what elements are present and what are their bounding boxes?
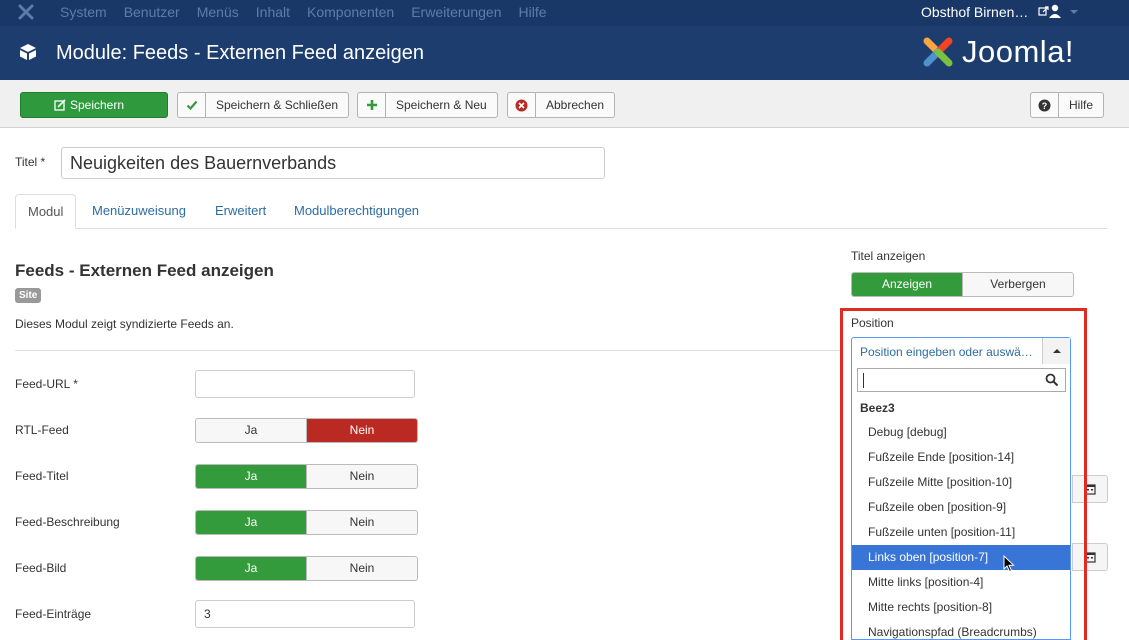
feed-image-yes-button[interactable]: Ja — [196, 557, 306, 580]
tab-module[interactable]: Modul — [15, 194, 77, 229]
menu-item-content[interactable]: Inhalt — [256, 0, 290, 26]
show-button[interactable]: Anzeigen — [852, 273, 962, 296]
help-label: Hilfe — [1069, 98, 1094, 112]
feed-title-label: Feed-Titel — [15, 469, 69, 483]
menu-item-help[interactable]: Hilfe — [518, 0, 546, 26]
feed-url-input[interactable] — [195, 370, 415, 398]
site-link[interactable]: Obsthof Birnen… — [921, 0, 1049, 24]
feed-url-label: Feed-URL * — [15, 377, 78, 391]
cancel-label: Abbrechen — [546, 98, 605, 112]
save-button[interactable]: Speichern — [20, 92, 168, 118]
hide-button[interactable]: Verbergen — [962, 273, 1073, 296]
top-nav: System Benutzer Menüs Inhalt Komponenten… — [0, 0, 1129, 26]
toolbar: Speichern Speichern & Schließen Speicher… — [0, 80, 1129, 128]
feed-image-label: Feed-Bild — [15, 561, 67, 575]
menu-item-extensions[interactable]: Erweiterungen — [411, 0, 501, 26]
joomla-brand: Joomla! — [962, 34, 1075, 69]
show-title-toggle: Anzeigen Verbergen — [851, 272, 1074, 297]
user-icon[interactable] — [1048, 3, 1062, 19]
save-new-button[interactable]: Speichern & Neu — [357, 92, 498, 118]
chevron-down-icon[interactable] — [1070, 10, 1078, 14]
mouse-cursor-icon — [1003, 555, 1015, 573]
plus-icon — [358, 93, 386, 117]
edit-icon — [54, 99, 66, 111]
rtl-feed-label: RTL-Feed — [15, 423, 69, 437]
highlight-annotation — [840, 308, 1087, 640]
cube-icon — [20, 44, 36, 60]
check-icon — [178, 93, 206, 117]
save-new-label: Speichern & Neu — [396, 98, 487, 112]
feed-description-toggle: Ja Nein — [195, 510, 418, 535]
feed-desc-yes-button[interactable]: Ja — [196, 511, 306, 534]
save-close-label: Speichern & Schließen — [216, 98, 339, 112]
feed-title-toggle: Ja Nein — [195, 464, 418, 489]
rtl-feed-toggle: Ja Nein — [195, 418, 418, 443]
menu-item-users[interactable]: Benutzer — [124, 0, 180, 26]
page-header: Module: Feeds - Externen Feed anzeigen J… — [0, 26, 1129, 80]
joomla-logo: Joomla! — [920, 34, 1074, 70]
main-menu: System Benutzer Menüs Inhalt Komponenten… — [60, 0, 564, 26]
divider — [15, 350, 840, 351]
site-name: Obsthof Birnen… — [921, 4, 1029, 20]
show-title-label: Titel anzeigen — [851, 249, 926, 263]
feed-items-input[interactable]: 3 — [195, 600, 415, 628]
title-label: Titel * — [15, 155, 46, 169]
feed-title-no-button[interactable]: Nein — [306, 465, 417, 488]
joomla-logo-icon — [923, 37, 953, 67]
feed-image-no-button[interactable]: Nein — [306, 557, 417, 580]
feed-image-toggle: Ja Nein — [195, 556, 418, 581]
feed-title-yes-button[interactable]: Ja — [196, 465, 306, 488]
question-icon: ? — [1031, 93, 1059, 117]
feed-items-label: Feed-Einträge — [15, 607, 92, 621]
module-heading: Feeds - Externen Feed anzeigen — [15, 261, 274, 280]
cancel-icon — [508, 93, 536, 117]
rtl-no-button[interactable]: Nein — [306, 419, 417, 442]
site-badge: Site — [15, 288, 42, 303]
joomla-menu-icon[interactable] — [18, 4, 34, 20]
menu-item-components[interactable]: Komponenten — [307, 0, 394, 26]
cancel-button[interactable]: Abbrechen — [507, 92, 616, 118]
menu-item-system[interactable]: System — [60, 0, 107, 26]
page-title: Module: Feeds - Externen Feed anzeigen — [56, 42, 424, 64]
tab-menu-assignment[interactable]: Menüzuweisung — [92, 194, 186, 229]
help-button[interactable]: ? Hilfe — [1030, 92, 1105, 118]
feed-desc-no-button[interactable]: Nein — [306, 511, 417, 534]
tab-advanced[interactable]: Erweitert — [215, 194, 266, 229]
tab-bar: Modul Menüzuweisung Erweitert Modulberec… — [15, 194, 1107, 229]
menu-item-menus[interactable]: Menüs — [197, 0, 239, 26]
feed-description-label: Feed-Beschreibung — [15, 515, 120, 529]
svg-text:?: ? — [1042, 101, 1048, 111]
save-label: Speichern — [69, 98, 125, 112]
module-description: Dieses Modul zeigt syndizierte Feeds an. — [15, 317, 234, 331]
tab-permissions[interactable]: Modulberechtigungen — [294, 194, 419, 229]
save-close-button[interactable]: Speichern & Schließen — [177, 92, 350, 118]
rtl-yes-button[interactable]: Ja — [196, 419, 306, 442]
title-input[interactable]: Neuigkeiten des Bauernverbands — [61, 147, 605, 179]
